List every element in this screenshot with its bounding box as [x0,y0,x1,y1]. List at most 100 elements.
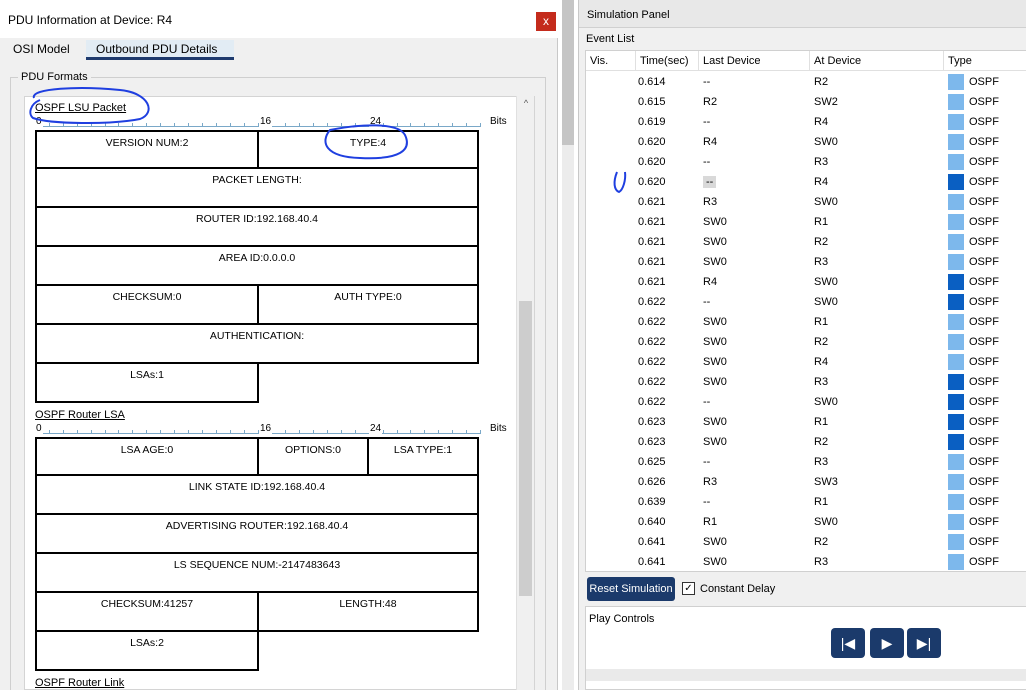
event-color-swatch[interactable] [948,314,964,330]
event-row[interactable]: 0.623 SW0 R2 OSPF [586,432,1026,452]
event-row[interactable]: 0.620 R4 SW0 OSPF [586,132,1026,152]
col-header-time[interactable]: Time(sec) [636,51,699,71]
tab-osi-model[interactable]: OSI Model [13,40,70,60]
event-color-swatch[interactable] [948,554,964,570]
vertical-scrollbar[interactable]: ^ [516,96,534,690]
event-row[interactable]: 0.621 SW0 R3 OSPF [586,252,1026,272]
event-row[interactable]: 0.622 SW0 R3 OSPF [586,372,1026,392]
ruler-tick [313,123,314,127]
event-color-swatch[interactable] [948,394,964,410]
event-color-swatch[interactable] [948,454,964,470]
event-color-swatch[interactable] [948,234,964,250]
event-color-swatch[interactable] [948,434,964,450]
event-time: 0.622 [638,396,666,408]
event-time: 0.621 [638,276,666,288]
ruler-tick [77,430,78,434]
back-button[interactable]: |◀ [831,628,865,658]
event-row[interactable]: 0.620 -- R4 OSPF [586,172,1026,192]
event-row[interactable]: 0.621 R4 SW0 OSPF [586,272,1026,292]
window-title: PDU Information at Device: R4 [8,13,173,27]
event-row[interactable]: 0.623 SW0 R1 OSPF [586,412,1026,432]
event-color-swatch[interactable] [948,514,964,530]
event-color-swatch[interactable] [948,494,964,510]
event-row[interactable]: 0.622 SW0 R2 OSPF [586,332,1026,352]
event-row[interactable]: 0.641 SW0 R3 OSPF [586,552,1026,571]
event-color-swatch[interactable] [948,74,964,90]
event-row[interactable]: 0.619 -- R4 OSPF [586,112,1026,132]
ruler-tick [327,430,328,434]
ruler-tick [452,123,453,127]
scroll-thumb[interactable] [519,301,532,596]
field-lsa-type: LSA TYPE:1 [367,437,479,476]
ruler-tick [188,430,189,434]
event-at-device: R1 [814,496,829,508]
event-type: OSPF [969,356,999,368]
event-color-swatch[interactable] [948,374,964,390]
event-time: 0.622 [638,296,666,308]
event-color-swatch[interactable] [948,334,964,350]
event-last-device: -- [703,392,710,412]
event-time: 0.625 [638,456,666,468]
pdu-info-window: PDU Information at Device: R4 x OSI Mode… [0,0,558,690]
event-color-swatch[interactable] [948,534,964,550]
event-row[interactable]: 0.614 -- R2 OSPF [586,72,1026,92]
event-color-swatch[interactable] [948,94,964,110]
event-row[interactable]: 0.625 -- R3 OSPF [586,452,1026,472]
col-header-vis[interactable]: Vis. [586,51,636,71]
event-row[interactable]: 0.622 SW0 R4 OSPF [586,352,1026,372]
event-row[interactable]: 0.639 -- R1 OSPF [586,492,1026,512]
event-row[interactable]: 0.622 SW0 R1 OSPF [586,312,1026,332]
ruler-tick [216,123,217,127]
event-type: OSPF [969,396,999,408]
forward-button[interactable]: ▶| [907,628,941,658]
tab-outbound-pdu-details[interactable]: Outbound PDU Details [86,40,234,60]
workspace-scrollbar[interactable] [562,0,574,690]
event-color-swatch[interactable] [948,194,964,210]
event-color-swatch[interactable] [948,274,964,290]
event-color-swatch[interactable] [948,214,964,230]
ruler-tick [146,430,147,434]
event-row[interactable]: 0.626 R3 SW3 OSPF [586,472,1026,492]
ruler-tick [174,430,175,434]
event-row[interactable]: 0.621 R3 SW0 OSPF [586,192,1026,212]
event-last-device-value: R4 [703,136,718,148]
col-header-last-device[interactable]: Last Device [699,51,810,71]
reset-simulation-button[interactable]: Reset Simulation [587,577,675,601]
event-type: OSPF [969,76,999,88]
close-button[interactable]: x [536,12,556,31]
event-row[interactable]: 0.622 -- SW0 OSPF [586,392,1026,412]
event-type: OSPF [969,236,999,248]
event-color-swatch[interactable] [948,154,964,170]
event-row[interactable]: 0.615 R2 SW2 OSPF [586,92,1026,112]
event-last-device: -- [703,152,710,172]
event-type: OSPF [969,276,999,288]
workspace-scroll-thumb[interactable] [562,0,574,145]
event-row[interactable]: 0.622 -- SW0 OSPF [586,292,1026,312]
event-color-swatch[interactable] [948,174,964,190]
event-time: 0.626 [638,476,666,488]
play-button[interactable]: ▶ [870,628,904,658]
event-color-swatch[interactable] [948,414,964,430]
event-color-swatch[interactable] [948,134,964,150]
col-header-at-device[interactable]: At Device [810,51,944,71]
event-color-swatch[interactable] [948,474,964,490]
event-color-swatch[interactable] [948,254,964,270]
horizontal-scrollbar[interactable] [586,669,1026,681]
event-row[interactable]: 0.621 SW0 R1 OSPF [586,212,1026,232]
ruler-tick [105,430,106,434]
constant-delay-checkbox[interactable]: ✓ [682,582,695,595]
pdu-formats-label: PDU Formats [18,71,91,83]
event-color-swatch[interactable] [948,354,964,370]
ruler-tick [480,430,481,434]
event-row[interactable]: 0.640 R1 SW0 OSPF [586,512,1026,532]
bits-label: Bits [490,116,507,127]
col-header-type[interactable]: Type [944,51,1026,71]
event-row[interactable]: 0.641 SW0 R2 OSPF [586,532,1026,552]
event-last-device: -- [703,112,710,132]
event-row[interactable]: 0.621 SW0 R2 OSPF [586,232,1026,252]
event-row[interactable]: 0.620 -- R3 OSPF [586,152,1026,172]
event-color-swatch[interactable] [948,114,964,130]
event-color-swatch[interactable] [948,294,964,310]
event-time: 0.623 [638,416,666,428]
scroll-up-icon[interactable]: ^ [517,98,535,108]
